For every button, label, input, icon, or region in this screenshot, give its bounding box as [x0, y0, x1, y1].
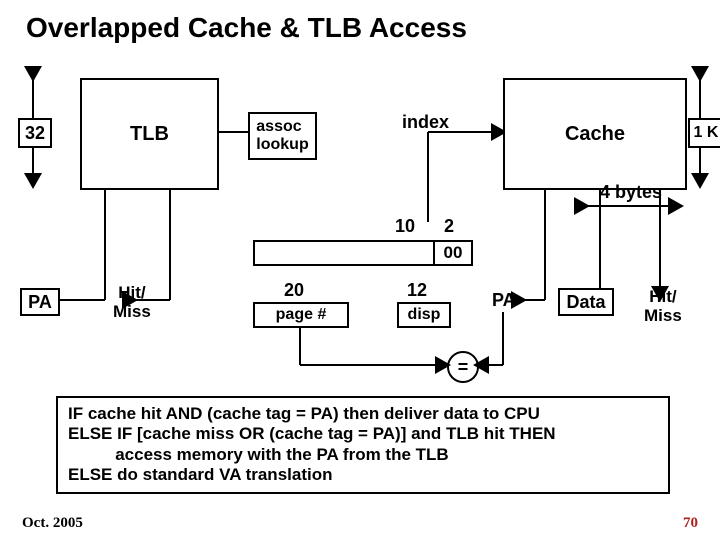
hit-miss-left-label: Hit/ Miss — [113, 284, 151, 321]
pa-right-label: PA — [492, 290, 516, 311]
four-bytes-label: 4 bytes — [600, 182, 662, 203]
tlb-box: TLB — [80, 78, 219, 190]
tlb-width-box: 32 — [18, 118, 52, 148]
cache-size-box: 1 K — [688, 118, 720, 148]
footer-date: Oct. 2005 — [22, 515, 83, 532]
cache-box: Cache — [503, 78, 687, 190]
hit-miss-right-label: Hit/ Miss — [644, 288, 682, 325]
data-box: Data — [558, 288, 614, 316]
addr-zeros-box: 00 — [433, 240, 473, 266]
footer-page: 70 — [683, 515, 698, 532]
ten-label: 10 — [395, 216, 415, 237]
twelve-label: 12 — [407, 280, 427, 301]
equals-comparator: = — [447, 351, 479, 383]
index-label: index — [402, 112, 449, 133]
pa-left-box: PA — [20, 288, 60, 316]
pseudocode-box: IF cache hit AND (cache tag = PA) then d… — [56, 396, 670, 494]
addr-left-box — [253, 240, 437, 266]
disp-box: disp — [397, 302, 451, 328]
assoc-lookup-box: assoc lookup — [248, 112, 317, 160]
twenty-label: 20 — [284, 280, 304, 301]
two-label: 2 — [444, 216, 454, 237]
page-num-box: page # — [253, 302, 349, 328]
